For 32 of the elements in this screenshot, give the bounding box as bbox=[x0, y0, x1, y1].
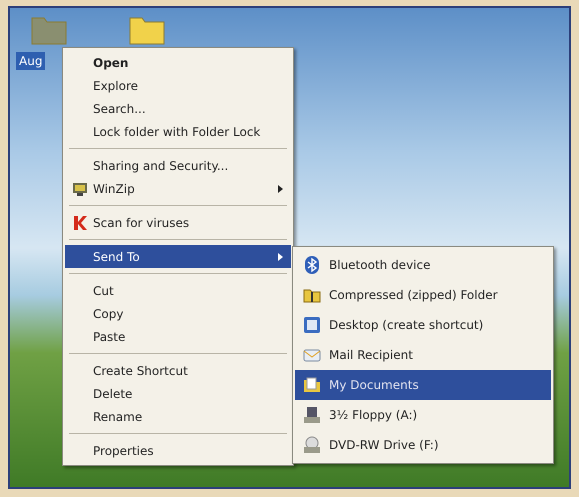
documents-folder-icon bbox=[303, 377, 321, 393]
menu-item[interactable]: Lock folder with Folder Lock bbox=[65, 120, 291, 143]
menu-item[interactable]: Cut bbox=[65, 279, 291, 302]
menu-item[interactable]: Create Shortcut bbox=[65, 359, 291, 382]
menu-item[interactable]: Delete bbox=[65, 382, 291, 405]
envelope-icon bbox=[303, 347, 321, 363]
menu-item[interactable]: Properties bbox=[65, 439, 291, 462]
desktop-icon bbox=[303, 316, 321, 334]
icon-label[interactable]: Aug bbox=[16, 52, 46, 70]
menu-item[interactable]: Paste bbox=[65, 325, 291, 348]
k-shield-icon bbox=[72, 214, 88, 230]
menu-item[interactable]: WinZip bbox=[65, 177, 291, 200]
menu-item[interactable]: Copy bbox=[65, 302, 291, 325]
menu-item[interactable]: Sharing and Security... bbox=[65, 154, 291, 177]
floppy-drive-icon bbox=[303, 406, 321, 424]
computer-icon bbox=[72, 180, 88, 196]
menu-item[interactable]: Search... bbox=[65, 97, 291, 120]
zipped-folder-icon bbox=[303, 287, 321, 303]
menu-item[interactable]: Open bbox=[65, 51, 291, 74]
menu-item[interactable]: 3½ Floppy (A:) bbox=[295, 400, 551, 430]
menu-item[interactable]: Desktop (create shortcut) bbox=[295, 310, 551, 340]
menu-item[interactable]: Compressed (zipped) Folder bbox=[295, 280, 551, 310]
menu-item[interactable]: Explore bbox=[65, 74, 291, 97]
menu-item[interactable]: My Documents bbox=[295, 370, 551, 400]
menu-item[interactable]: Mail Recipient bbox=[295, 340, 551, 370]
menu-item[interactable]: DVD-RW Drive (F:) bbox=[295, 430, 551, 460]
dvd-drive-icon bbox=[303, 436, 321, 454]
menu-item[interactable]: Bluetooth device bbox=[295, 250, 551, 280]
menu-item[interactable]: Send To bbox=[65, 245, 291, 268]
menu-item[interactable]: Rename bbox=[65, 405, 291, 428]
bluetooth-icon bbox=[304, 256, 320, 274]
menu-item[interactable]: Scan for viruses bbox=[65, 211, 291, 234]
